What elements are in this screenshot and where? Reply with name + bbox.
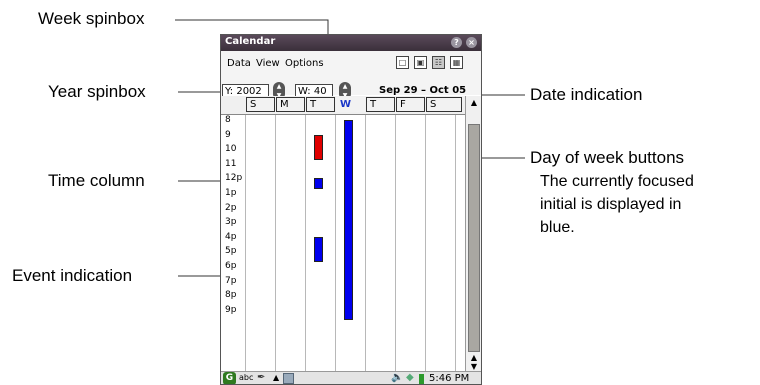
month-view-icon[interactable]: ▦ bbox=[450, 56, 463, 69]
day-column-divider bbox=[275, 115, 276, 371]
year-spinbox-callout: Year spinbox bbox=[48, 82, 146, 101]
time-label: 10 bbox=[225, 144, 237, 155]
battery-icon[interactable] bbox=[419, 374, 424, 384]
day-button-sun[interactable]: S bbox=[246, 97, 275, 112]
network-icon[interactable]: ◆ bbox=[406, 372, 414, 383]
time-column-callout: Time column bbox=[48, 171, 145, 190]
input-up-arrow-icon[interactable]: ▲ bbox=[273, 373, 279, 382]
time-label: 9p bbox=[225, 304, 237, 315]
day-column-divider bbox=[395, 115, 396, 371]
event-block[interactable] bbox=[314, 236, 323, 262]
time-label: 3p bbox=[225, 217, 237, 228]
new-document-icon[interactable]: □ bbox=[396, 56, 409, 69]
day-column-divider bbox=[365, 115, 366, 371]
scroll-up-arrow-icon[interactable]: ▲ bbox=[466, 353, 481, 362]
pen-icon[interactable]: ✒ bbox=[257, 372, 265, 383]
day-button-fri[interactable]: F bbox=[396, 97, 425, 112]
calendar-screen: Calendar ? × Data View Options □ ▣ ☷ ▦ Y… bbox=[220, 34, 482, 385]
time-label: 11 bbox=[225, 158, 237, 169]
input-method-label[interactable]: abc bbox=[239, 373, 253, 382]
date-indication: Sep 29 – Oct 05 bbox=[379, 85, 467, 96]
time-label: 1p bbox=[225, 188, 237, 198]
vertical-scrollbar[interactable]: ▲ ▲ ▼ bbox=[465, 96, 481, 371]
menu-data[interactable]: Data bbox=[227, 58, 251, 69]
start-menu-icon[interactable]: G bbox=[223, 372, 236, 384]
day-column-divider bbox=[335, 115, 336, 371]
keyboard-icon[interactable] bbox=[283, 373, 294, 384]
day-button-tue[interactable]: T bbox=[306, 97, 335, 112]
week-spinbox-callout: Week spinbox bbox=[38, 9, 145, 28]
focus-note-line: initial is displayed in bbox=[540, 196, 682, 213]
time-label: 5p bbox=[225, 246, 237, 257]
focus-note: The currently focused initial is display… bbox=[540, 170, 694, 239]
scroll-down-arrow-icon[interactable]: ▼ bbox=[466, 362, 481, 371]
day-button-sat[interactable]: S bbox=[426, 97, 462, 112]
event-block[interactable] bbox=[344, 120, 353, 321]
day-column-divider bbox=[425, 115, 426, 371]
event-block[interactable] bbox=[314, 178, 323, 189]
day-of-week-buttons-callout: Day of week buttons bbox=[530, 148, 685, 167]
menu-options[interactable]: Options bbox=[285, 58, 324, 69]
focus-note-line: The currently focused bbox=[540, 173, 694, 190]
day-button-mon[interactable]: M bbox=[276, 97, 305, 112]
app-title: Calendar bbox=[225, 36, 276, 47]
close-icon[interactable]: × bbox=[466, 37, 477, 48]
clock[interactable]: 5:46 PM bbox=[429, 373, 469, 384]
day-of-week-row: S M T W T F S bbox=[221, 96, 465, 115]
time-column: 8 9 10 11 12p 1p 2p 3p 4p 5p 6p 7p 8p 9p bbox=[221, 115, 243, 371]
volume-icon[interactable]: 🔈 bbox=[391, 372, 403, 383]
time-label: 4p bbox=[225, 231, 237, 242]
scroll-up-arrow-icon[interactable]: ▲ bbox=[466, 98, 481, 107]
day-view-icon[interactable]: ▣ bbox=[414, 56, 427, 69]
time-label: 2p bbox=[225, 202, 237, 213]
time-label: 6p bbox=[225, 261, 237, 271]
title-bar: Calendar ? × bbox=[221, 35, 481, 51]
date-indication-callout: Date indication bbox=[530, 85, 643, 104]
day-column-divider bbox=[245, 115, 246, 371]
day-button-thu[interactable]: T bbox=[366, 97, 395, 112]
taskbar: G abc ✒ ▲ 🔈 ◆ 5:46 PM bbox=[221, 371, 481, 384]
day-button-wed-focused[interactable]: W bbox=[336, 97, 365, 112]
scroll-thumb[interactable] bbox=[468, 124, 480, 352]
week-grid[interactable]: 8 9 10 11 12p 1p 2p 3p 4p 5p 6p 7p 8p 9p bbox=[221, 115, 465, 371]
event-block[interactable] bbox=[314, 134, 323, 160]
time-label: 9 bbox=[225, 129, 231, 140]
day-column-divider bbox=[305, 115, 306, 371]
time-label: 7p bbox=[225, 275, 237, 286]
menu-bar: Data View Options □ ▣ ☷ ▦ bbox=[221, 51, 481, 73]
event-indication-callout: Event indication bbox=[12, 266, 133, 285]
time-label: 12p bbox=[225, 173, 243, 184]
spin-toolbar: Y: 2002 ▲▼ W: 40 ▲▼ Sep 29 – Oct 05 bbox=[221, 73, 481, 100]
time-label: 8 bbox=[225, 115, 231, 125]
help-icon[interactable]: ? bbox=[451, 37, 462, 48]
menu-view[interactable]: View bbox=[256, 58, 280, 69]
week-view-icon[interactable]: ☷ bbox=[432, 56, 445, 69]
focus-note-line: blue. bbox=[540, 219, 575, 236]
time-label: 8p bbox=[225, 290, 237, 301]
day-column-divider bbox=[455, 115, 456, 371]
